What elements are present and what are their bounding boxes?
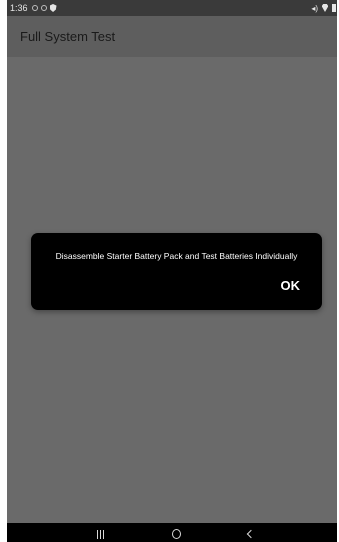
back-button[interactable] [241, 526, 261, 542]
home-button[interactable] [166, 526, 186, 542]
shield-icon [49, 4, 57, 12]
navigation-bar [7, 523, 339, 542]
recents-icon [96, 529, 104, 539]
home-icon [171, 529, 181, 539]
dialog-message: Disassemble Starter Battery Pack and Tes… [55, 251, 298, 261]
notification-ring-icon [31, 5, 38, 11]
battery-icon [332, 4, 336, 12]
page-title: Full System Test [20, 29, 116, 44]
status-bar: 1:36 ◂) [7, 0, 339, 16]
location-pin-icon [322, 4, 328, 12]
device-frame: 1:36 ◂) Full System Test Disassemble Sta… [0, 0, 339, 542]
status-time: 1:36 [10, 3, 28, 13]
recents-button[interactable] [90, 526, 110, 542]
alert-dialog: Disassemble Starter Battery Pack and Tes… [31, 233, 322, 310]
status-icons-right: ◂) [311, 4, 336, 13]
status-icons-left [31, 4, 57, 12]
screen: 1:36 ◂) Full System Test Disassemble Sta… [7, 0, 339, 542]
mute-icon: ◂) [311, 3, 318, 13]
back-icon [246, 529, 256, 539]
notification-ring-icon [40, 5, 47, 11]
app-bar: Full System Test [7, 16, 339, 57]
ok-button[interactable]: OK [277, 276, 305, 295]
